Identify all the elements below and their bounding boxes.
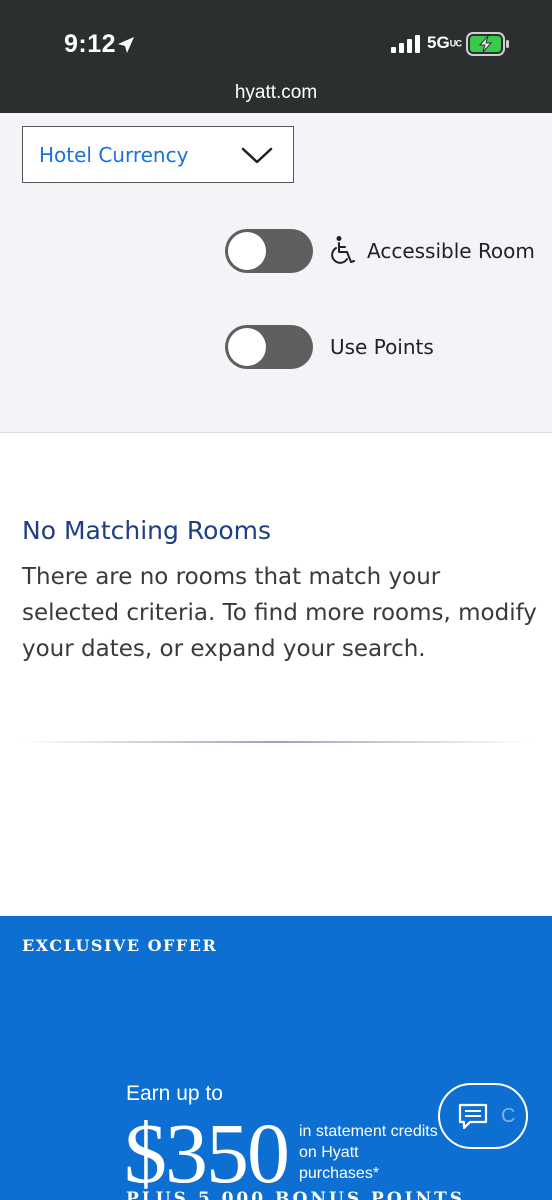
offer-amount: $350 bbox=[124, 1105, 290, 1200]
status-time: 9:12 bbox=[64, 30, 117, 58]
offer-bonus-text: PLUS 5,000 BONUS POINTS bbox=[126, 1189, 466, 1200]
battery-charging-icon bbox=[466, 32, 509, 56]
network-suffix: UC bbox=[449, 38, 463, 49]
offer-description: in statement credits on Hyatt purchases* bbox=[299, 1123, 438, 1182]
offer-earn-text: Earn up to bbox=[126, 1082, 223, 1105]
status-bar: 9:12 5GUC hyatt.com bbox=[0, 0, 552, 113]
offer-tag: EXCLUSIVE OFFER bbox=[22, 936, 218, 955]
currency-dropdown[interactable]: Hotel Currency bbox=[22, 126, 294, 183]
chevron-down-icon bbox=[241, 147, 273, 164]
network-type: 5GUC bbox=[427, 33, 463, 52]
toggle-knob bbox=[228, 328, 266, 366]
accessible-room-toggle[interactable] bbox=[225, 229, 313, 273]
use-points-toggle[interactable] bbox=[225, 325, 313, 369]
currency-selected-value: Hotel Currency bbox=[39, 143, 189, 167]
exclusive-offer-banner[interactable]: EXCLUSIVE OFFER Earn up to $350 in state… bbox=[0, 916, 552, 1200]
browser-url[interactable]: hyatt.com bbox=[0, 82, 552, 104]
wheelchair-icon bbox=[331, 236, 355, 264]
chat-button[interactable]: C bbox=[438, 1083, 528, 1149]
use-points-label: Use Points bbox=[330, 335, 434, 359]
signal-bars-icon bbox=[391, 35, 420, 53]
accessible-room-label: Accessible Room bbox=[367, 239, 535, 263]
location-arrow-icon bbox=[118, 37, 134, 53]
chat-label: C bbox=[501, 1105, 516, 1127]
section-divider bbox=[20, 741, 530, 743]
no-matching-rooms-message: There are no rooms that match your selec… bbox=[22, 564, 537, 662]
filter-panel: Hotel Currency Accessible Room Use Point… bbox=[0, 113, 552, 433]
toggle-knob bbox=[228, 232, 266, 270]
chat-bubble-icon bbox=[458, 1103, 488, 1130]
no-matching-rooms-title: No Matching Rooms bbox=[22, 516, 272, 545]
